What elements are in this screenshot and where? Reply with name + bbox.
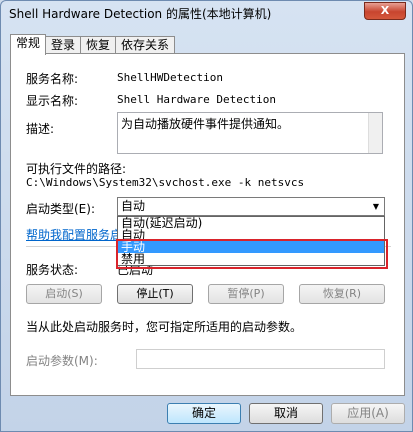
help-configure-link[interactable]: 帮助我配置服务启 [26, 226, 122, 243]
pause-button[interactable]: 暂停(P) [208, 284, 284, 304]
description-text: 为自动播放硬件事件提供通知。 [121, 117, 290, 131]
stop-button[interactable]: 停止(T) [117, 284, 193, 304]
startup-type-value: 自动 [121, 199, 146, 213]
cancel-button[interactable]: 取消 [249, 403, 323, 424]
annotation-highlight-box [116, 239, 388, 269]
option-auto-delayed[interactable]: 自动(延迟启动) [118, 217, 384, 229]
apply-button[interactable]: 应用(A) [331, 403, 405, 424]
description-label: 描述: [26, 122, 55, 136]
tab-dependencies[interactable]: 依存关系 [115, 36, 176, 54]
close-button[interactable]: X [364, 2, 406, 20]
tab-general[interactable]: 常规 [10, 34, 47, 55]
startup-type-label: 启动类型(E): [26, 202, 95, 216]
description-box[interactable]: 为自动播放硬件事件提供通知。 [117, 112, 383, 154]
resume-button[interactable]: 恢复(R) [299, 284, 385, 304]
tab-logon[interactable]: 登录 [45, 36, 82, 54]
display-name-value: Shell Hardware Detection [117, 93, 276, 106]
window-title: Shell Hardware Detection 的属性(本地计算机) [9, 7, 272, 21]
tab-recovery[interactable]: 恢复 [80, 36, 117, 54]
start-button[interactable]: 启动(S) [26, 284, 102, 304]
path-label: 可执行文件的路径: [26, 162, 127, 176]
start-params-label: 启动参数(M): [26, 354, 98, 368]
path-value: C:\Windows\System32\svchost.exe -k netsv… [26, 176, 305, 189]
start-params-input[interactable] [136, 349, 385, 369]
display-name-label: 显示名称: [26, 94, 79, 108]
description-scrollbar[interactable] [368, 113, 382, 153]
tab-bar: 常规 登录 恢复 依存关系 [10, 34, 176, 55]
properties-dialog: Shell Hardware Detection 的属性(本地计算机) X 常规… [0, 0, 413, 432]
general-panel: 服务名称: ShellHWDetection 显示名称: Shell Hardw… [10, 53, 405, 396]
start-params-hint: 当从此处启动服务时，您可指定所适用的启动参数。 [26, 320, 303, 334]
service-name-value: ShellHWDetection [117, 71, 223, 84]
startup-type-select[interactable]: 自动 ▼ [117, 197, 385, 216]
service-status-label: 服务状态: [26, 263, 79, 277]
ok-button[interactable]: 确定 [167, 403, 241, 424]
service-name-label: 服务名称: [26, 72, 79, 86]
chevron-down-icon[interactable]: ▼ [370, 198, 382, 215]
